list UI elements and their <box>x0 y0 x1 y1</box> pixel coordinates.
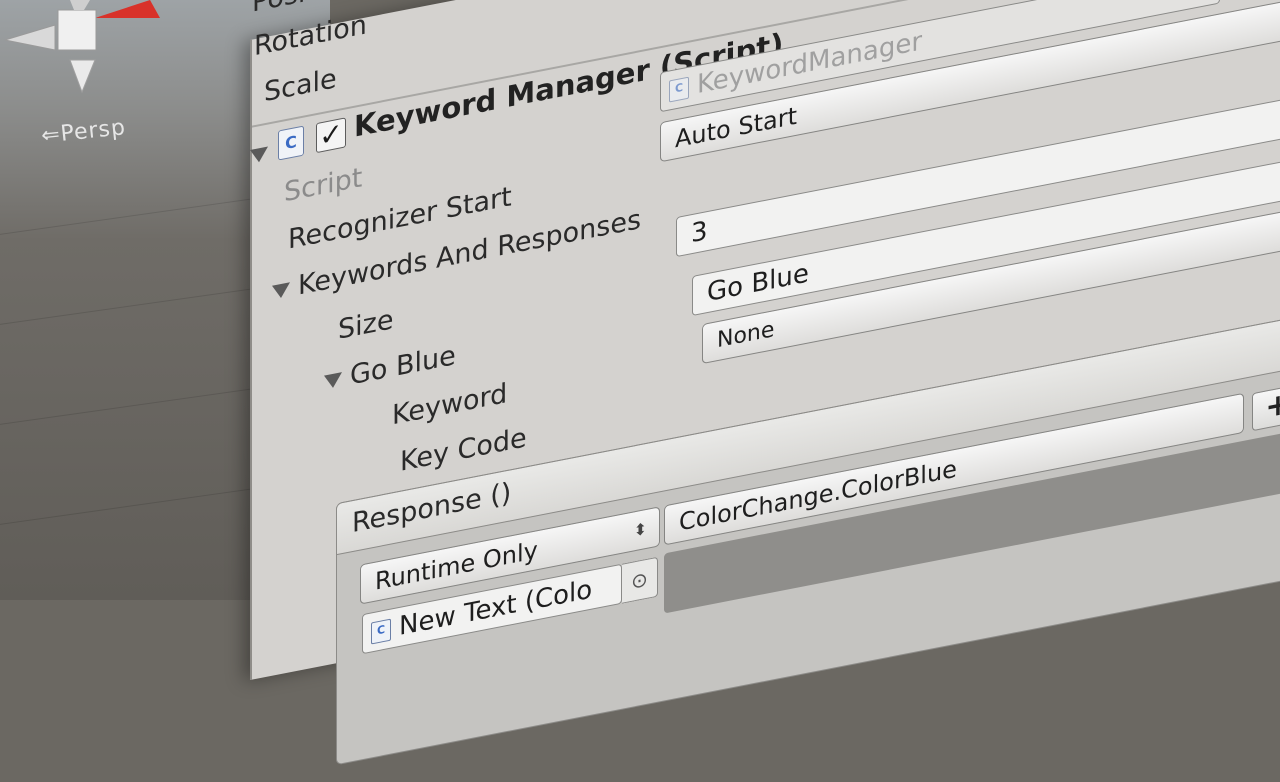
scene-gizmo-icon[interactable] <box>0 0 170 100</box>
component-foldout-icon[interactable] <box>250 146 268 164</box>
persp-text: Persp <box>59 115 128 147</box>
perspective-label[interactable]: ⇐Persp <box>40 115 127 149</box>
size-label: Size <box>338 304 394 346</box>
element-go-blue[interactable]: Go Blue <box>324 340 456 397</box>
element-label-text: Go Blue <box>350 340 456 392</box>
scale-label: Scale <box>264 63 337 109</box>
component-enabled-checkbox[interactable]: ✓ <box>316 116 346 154</box>
object-picker-icon[interactable]: ⊙ <box>622 556 658 604</box>
keywords-foldout-icon[interactable] <box>272 281 290 300</box>
element-foldout-icon[interactable] <box>324 371 342 390</box>
c-sharp-script-icon: C <box>278 125 304 161</box>
c-sharp-script-icon: C <box>371 618 391 645</box>
c-sharp-script-icon: C <box>669 76 689 103</box>
keyword-label: Keyword <box>392 377 508 432</box>
script-label: Script <box>284 162 363 209</box>
inspector-panel: Positi X 1 Rotation Scale C ✓ Keyword Ma… <box>250 0 1280 766</box>
up-down-arrows-icon: ⬍ <box>633 518 647 541</box>
